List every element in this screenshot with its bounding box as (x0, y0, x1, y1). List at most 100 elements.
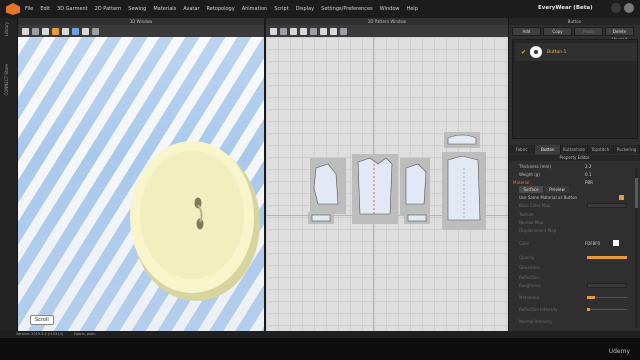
reflection-row: Reflection (519, 275, 539, 280)
tab-topstitch[interactable]: Topstitch (588, 145, 614, 154)
menu-bar: File Edit 3D Garment 2D Pattern Sewing M… (0, 0, 640, 18)
pattern-piece-collar[interactable] (447, 134, 477, 145)
window-controls (611, 3, 634, 13)
pattern-piece-cuff-right[interactable] (407, 214, 427, 222)
roughness-row: Roughness (509, 282, 637, 289)
thickness-row: Thickness (mm) 2.2 (519, 163, 592, 170)
opacity-slider[interactable] (587, 256, 627, 259)
delete-unused-button[interactable]: Delete Unused (605, 27, 634, 42)
material-subtabs: Surface Preview (519, 186, 569, 193)
texture-row: Texture (519, 212, 534, 217)
menu-edit[interactable]: Edit (40, 6, 50, 12)
select-tool-icon[interactable] (22, 27, 29, 35)
move-tool-icon[interactable] (32, 27, 39, 35)
connect-store-tab[interactable]: CONNECT Store (4, 64, 9, 96)
panel-title: Button (509, 18, 640, 25)
roughness-field[interactable] (587, 283, 627, 288)
pattern-piece-front-right[interactable] (357, 157, 393, 215)
app-logo-icon (6, 3, 20, 15)
profile-icon[interactable] (624, 3, 634, 13)
pin-tool-icon[interactable] (52, 27, 59, 35)
panel-actions: Add Copy Paste Delete Unused (512, 27, 634, 42)
menu-window[interactable]: Window (380, 6, 400, 12)
menu-3d-garment[interactable]: 3D Garment (57, 6, 88, 12)
color-row: Color FDF8F0 (509, 240, 637, 247)
menu-2d-pattern[interactable]: 2D Pattern (95, 6, 122, 12)
list-item-label: Button 1 (547, 49, 567, 55)
button-inner-face (140, 151, 244, 279)
3d-toolbar (18, 25, 264, 37)
tab-surface[interactable]: Surface (519, 186, 543, 193)
left-side-strip: Library CONNECT Store (0, 18, 18, 342)
menu-sewing[interactable]: Sewing (128, 6, 146, 12)
tab-buttonhole[interactable]: Buttonhole (561, 145, 588, 154)
button-tool-icon[interactable] (72, 27, 79, 35)
udemy-watermark: Udemy (608, 348, 630, 355)
menu-retopology[interactable]: Retopology (207, 6, 235, 12)
brand-label: EveryWear (Beta) (538, 5, 593, 11)
fold-tool-icon[interactable] (42, 27, 49, 35)
video-letterbox (0, 338, 640, 360)
use-same-material-row: Use Same Material as Button (509, 194, 637, 201)
tab-fabric[interactable]: Fabric (509, 145, 536, 154)
normal-intensity-row: Normal Intensity (519, 319, 553, 324)
check-icon: ✔ (521, 48, 527, 56)
metalness-slider[interactable] (587, 296, 627, 299)
copy-button[interactable]: Copy (543, 27, 572, 36)
menu-help[interactable]: Help (406, 6, 417, 12)
menu-display[interactable]: Display (296, 6, 314, 12)
weight-field[interactable]: 0.1 (585, 171, 591, 178)
tab-button[interactable]: Button (535, 145, 562, 154)
menu-file[interactable]: File (25, 6, 33, 12)
thickness-field[interactable]: 2.2 (585, 163, 591, 170)
metalness-row: Metalness (509, 294, 637, 301)
property-editor-title: Property Editor (509, 155, 640, 161)
3d-window-title: 3D Window (18, 18, 264, 25)
measure-tool-icon[interactable] (62, 27, 69, 35)
pattern-piece-cuff-left[interactable] (311, 214, 331, 222)
property-tabs: Fabric Button Buttonhole Topstitch Pucke… (509, 145, 640, 154)
displacement-map-row: Displacement Map (519, 228, 557, 233)
pattern-piece-sleeve[interactable] (405, 163, 427, 205)
property-scrollbar[interactable] (635, 168, 638, 328)
version-text: Version: 2019.2.2 (r15314) (16, 332, 64, 336)
add-button[interactable]: Add (512, 27, 541, 36)
tab-puckering[interactable]: Puckering (614, 145, 640, 154)
menu-script[interactable]: Script (274, 6, 289, 12)
app-root: File Edit 3D Garment 2D Pattern Sewing M… (0, 0, 640, 360)
object-browser-panel: Button Add Copy Paste Delete Unused ✔ Bu… (508, 18, 640, 331)
normal-map-row: Normal Map (519, 220, 544, 225)
reflection-intensity-slider[interactable] (587, 308, 627, 311)
menu-avatar[interactable]: Avatar (183, 6, 199, 12)
pattern-pieces (308, 132, 486, 230)
2d-pattern-window[interactable]: 2D Pattern Window (266, 18, 508, 331)
avatar-tool-icon[interactable] (92, 27, 99, 35)
color-swatch[interactable] (613, 240, 619, 246)
menu-materials[interactable]: Materials (153, 6, 176, 12)
base-color-map-row: Base Color Map (509, 202, 637, 209)
buttonhole-tool-icon[interactable] (82, 27, 89, 35)
tab-preview[interactable]: Preview (545, 186, 569, 193)
button-thumbnail-icon (530, 46, 543, 58)
weight-row: Weight (g) 0.1 (519, 171, 592, 178)
reflection-intensity-row: Reflection Intensity (509, 306, 637, 313)
3d-window[interactable]: 3D Window Scroll (18, 18, 264, 331)
3d-button-model[interactable] (114, 125, 264, 301)
base-color-map-field[interactable] (587, 203, 627, 208)
fabric-status-text: Fabric: plain (74, 332, 96, 336)
status-bar: Version: 2019.2.2 (r15314) Fabric: plain (0, 331, 640, 338)
minimize-icon[interactable] (611, 3, 621, 13)
color-hex[interactable]: FDF8F0 (585, 240, 600, 247)
opacity-row: Opacity (509, 254, 637, 261)
library-tab[interactable]: Library (4, 22, 9, 36)
glossiness-row: Glossiness (519, 265, 541, 270)
scroll-indicator: Scroll (30, 315, 54, 325)
material-select[interactable]: PBR (585, 179, 593, 186)
menu-settings[interactable]: Settings/Preferences (321, 6, 373, 12)
menu-animation[interactable]: Animation (242, 6, 268, 12)
material-row: Material PBR (513, 179, 593, 186)
paste-button[interactable]: Paste (574, 27, 603, 36)
use-same-material-checkbox[interactable] (619, 195, 624, 200)
button-object-list: ✔ Button 1 (512, 39, 638, 139)
list-item-button-1[interactable]: ✔ Button 1 (515, 43, 637, 61)
